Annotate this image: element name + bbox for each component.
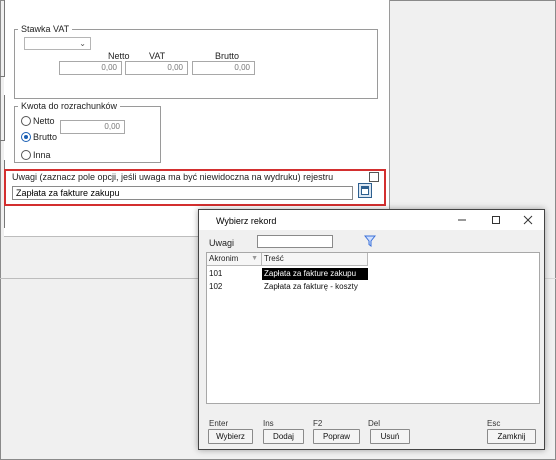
- netto-field[interactable]: 0,00: [59, 61, 122, 75]
- filter-small-icon: ▼: [251, 255, 258, 262]
- radio-netto-label: Netto: [33, 116, 55, 126]
- table-row[interactable]: 101 Zapłata za fakture zakupu: [207, 268, 541, 280]
- choose-button[interactable]: Wybierz: [208, 429, 253, 444]
- left-edge-tick: [0, 140, 5, 141]
- radio-brutto[interactable]: [21, 132, 31, 142]
- hide-on-print-checkbox[interactable]: [369, 172, 379, 182]
- shortcut-f2: F2: [313, 419, 323, 428]
- settlement-amount-group-title: Kwota do rozrachunków: [18, 101, 121, 111]
- column-header-label: Treść: [264, 254, 284, 263]
- maximize-icon[interactable]: [479, 210, 513, 230]
- shortcut-del: Del: [368, 419, 381, 428]
- vat-rate-select[interactable]: ⌄: [24, 37, 91, 50]
- notes-input[interactable]: Zapłata za fakture zakupu: [12, 186, 353, 200]
- vat-rate-group-title: Stawka VAT: [18, 24, 73, 34]
- close-button[interactable]: Zamknij: [487, 429, 536, 444]
- cell-text: Zapłata za fakturę - koszty: [264, 282, 358, 291]
- edit-button[interactable]: Popraw: [313, 429, 360, 444]
- select-record-dialog: Wybierz rekord Uwagi Akronim ▼ Treść 101…: [198, 209, 545, 450]
- cell-code: 101: [209, 269, 223, 278]
- notes-label: Uwagi (zaznacz pole opcji, jeśli uwaga m…: [12, 172, 334, 182]
- radio-brutto-label: Brutto: [33, 132, 58, 142]
- table-row[interactable]: 102 Zapłata za fakturę - koszty: [207, 281, 541, 293]
- notes-picker-button[interactable]: [358, 183, 372, 198]
- search-input[interactable]: [257, 235, 333, 248]
- left-edge-tick: [0, 76, 5, 77]
- column-header-akronim[interactable]: Akronim ▼: [207, 253, 262, 266]
- shortcut-enter: Enter: [209, 419, 229, 428]
- close-icon[interactable]: [511, 210, 545, 230]
- cell-text: Zapłata za fakture zakupu: [262, 268, 368, 280]
- vat-field[interactable]: 0,00: [125, 61, 188, 75]
- shortcut-esc: Esc: [487, 419, 501, 428]
- column-header-label: Akronim: [209, 254, 239, 263]
- chevron-down-icon: ⌄: [79, 39, 86, 48]
- minimize-icon[interactable]: [445, 210, 479, 230]
- left-edge-line: [4, 95, 5, 140]
- vat-label: VAT: [149, 51, 166, 61]
- radio-netto[interactable]: [21, 116, 31, 126]
- delete-button[interactable]: Usuń: [370, 429, 410, 444]
- netto-label: Netto: [108, 51, 130, 61]
- search-label: Uwagi: [209, 238, 235, 248]
- settlement-amount-field[interactable]: 0,00: [60, 120, 125, 134]
- cell-code: 102: [209, 282, 223, 291]
- panel-divider: [0, 278, 210, 279]
- shortcut-ins: Ins: [263, 419, 274, 428]
- left-edge-line: [4, 0, 5, 76]
- records-grid: Akronim ▼ Treść 101 Zapłata za fakture z…: [206, 252, 540, 404]
- radio-inna[interactable]: [21, 150, 31, 160]
- column-header-tresc[interactable]: Treść: [262, 253, 368, 266]
- filter-icon[interactable]: [363, 235, 377, 247]
- window-list-icon: [361, 186, 369, 195]
- dialog-title: Wybierz rekord: [216, 216, 277, 226]
- brutto-label: Brutto: [215, 51, 240, 61]
- add-button[interactable]: Dodaj: [263, 429, 304, 444]
- radio-inna-label: Inna: [33, 150, 51, 160]
- brutto-field[interactable]: 0,00: [192, 61, 255, 75]
